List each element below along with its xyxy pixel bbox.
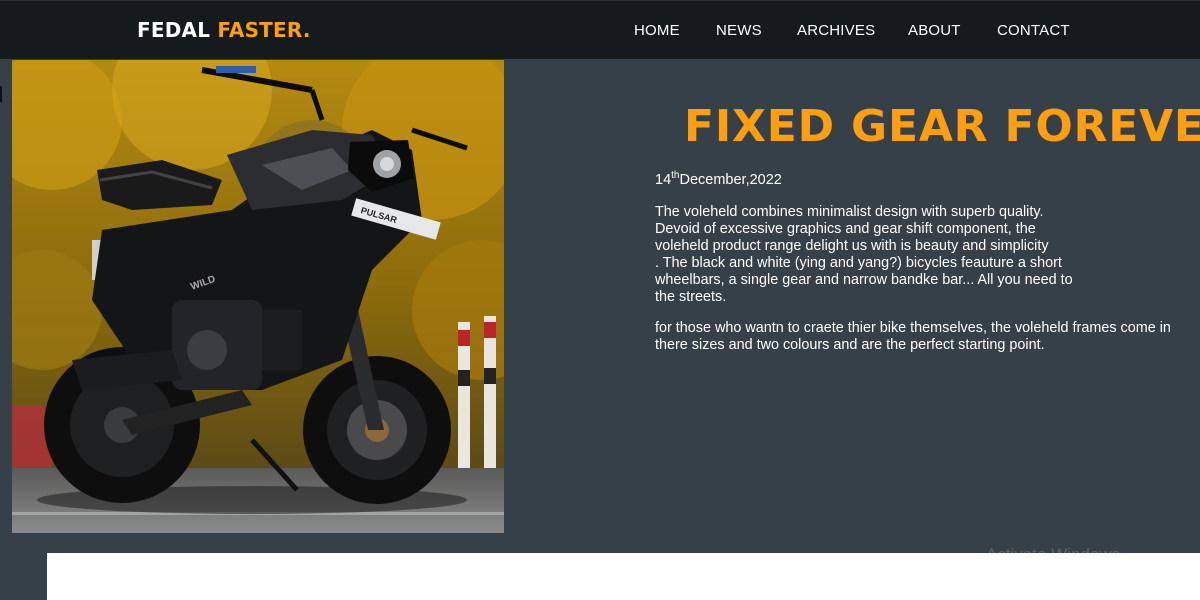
article-paragraph-2: for those who wantn to craete thier bike… <box>655 320 1171 354</box>
nav-about-link[interactable]: ABOUT <box>908 22 961 39</box>
paragraph-1-line: voleheld product range delight us with i… <box>655 238 1049 254</box>
article-date: 14thDecember,2022 <box>655 170 782 188</box>
paragraph-2-line: there sizes and two colours and are the … <box>655 337 1045 353</box>
motorcycle-illustration: PULSAR WILD <box>12 60 504 533</box>
paragraph-1-line: The voleheld combines minimalist design … <box>655 204 1044 220</box>
paragraph-1-line: . The black and white (ying and yang?) b… <box>655 255 1062 271</box>
paragraph-2-line: for those who wantn to craete thier bike… <box>655 320 1171 336</box>
paragraph-1-line: wheelbars, a single gear and narrow band… <box>655 272 1073 288</box>
logo-word-2: FASTER. <box>217 18 311 42</box>
date-day: 14 <box>655 171 672 188</box>
nav-archives-link[interactable]: ARCHIVES <box>797 22 875 39</box>
logo-word-1: FEDAL <box>137 18 211 42</box>
top-navbar: FEDAL FASTER. HOME NEWS ARCHIVES ABOUT C… <box>0 0 1200 59</box>
site-logo[interactable]: FEDAL FASTER. <box>137 18 311 42</box>
left-edge-marker <box>0 86 2 102</box>
nav-contact-link[interactable]: CONTACT <box>997 22 1070 39</box>
article-paragraph-1: The voleheld combines minimalist design … <box>655 204 1073 306</box>
nav-news-link[interactable]: NEWS <box>716 22 762 39</box>
paragraph-1-line: Devoid of excessive graphics and gear sh… <box>655 221 1036 237</box>
date-month-year: December,2022 <box>679 171 782 188</box>
footer-panel <box>47 553 1200 600</box>
paragraph-1-line: the streets. <box>655 289 727 305</box>
hero-motorcycle-image: PULSAR WILD <box>12 60 504 533</box>
article-title: FIXED GEAR FOREVER <box>684 101 1200 153</box>
nav-home-link[interactable]: HOME <box>634 22 680 39</box>
